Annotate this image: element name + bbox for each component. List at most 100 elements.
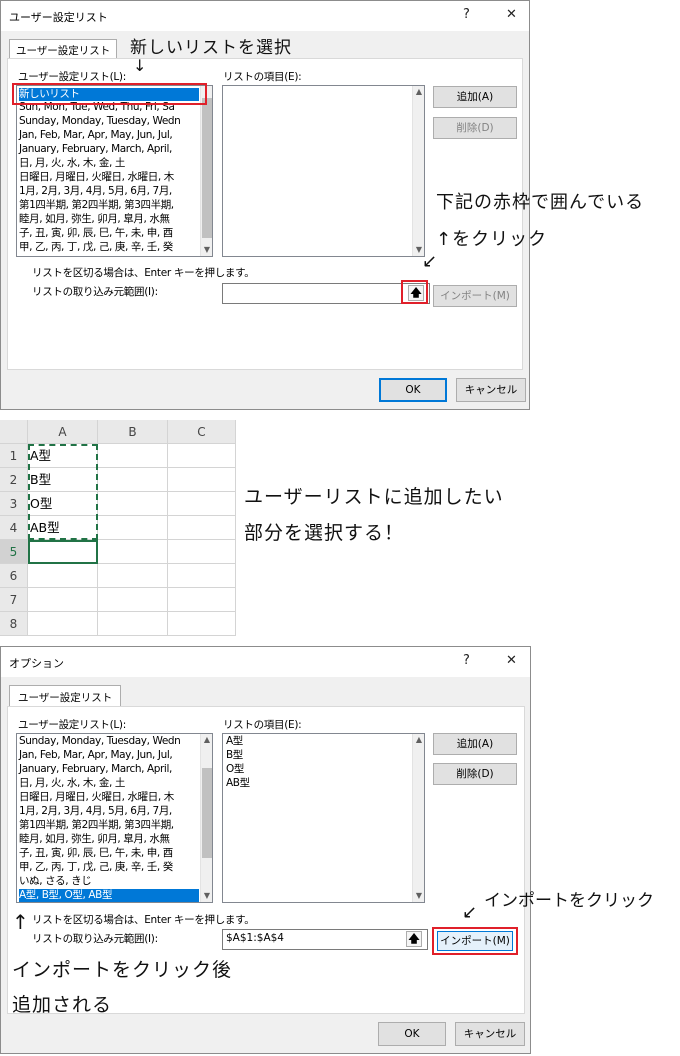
entries-scrollbar[interactable]: ▲ ▼ [412,734,424,902]
import-range-label: リストの取り込み元範囲(I): [32,286,158,298]
list-item-selected[interactable]: A型, B型, O型, AB型 [19,889,199,902]
tab-custom-lists[interactable]: ユーザー設定リスト [9,685,122,707]
cancel-button[interactable]: キャンセル [456,378,526,402]
list-item[interactable]: 甲, 乙, 丙, 丁, 戊, 己, 庚, 辛, 壬, 癸 [19,241,173,254]
cell[interactable] [28,588,98,612]
list-item[interactable]: January, February, March, April, [19,143,172,156]
cell[interactable] [98,588,168,612]
scroll-up-icon[interactable]: ▲ [201,734,212,746]
annotation-click-line1: 下記の赤枠で囲んでいる [436,192,645,213]
list-item[interactable]: 甲, 乙, 丙, 丁, 戊, 己, 庚, 辛, 壬, 癸 [19,861,173,874]
list-item[interactable]: 第1四半期, 第2四半期, 第3四半期, [19,819,174,832]
list-entries-textbox[interactable]: A型 B型 O型 AB型 ▲ ▼ [222,733,425,903]
row-header[interactable]: 2 [0,468,28,492]
close-icon[interactable]: ✕ [506,653,517,668]
list-item[interactable]: 日曜日, 月曜日, 火曜日, 水曜日, 木 [19,791,174,804]
list-item[interactable]: 子, 丑, 寅, 卯, 辰, 巳, 午, 未, 申, 酉 [19,227,173,240]
help-icon[interactable]: ? [463,653,470,668]
add-button[interactable]: 追加(A) [433,733,517,755]
list-item[interactable]: Jan, Feb, Mar, Apr, May, Jun, Jul, [19,129,173,142]
cell[interactable] [28,540,98,564]
annotation-click-line2: ↑をクリック [436,229,548,250]
row-header[interactable]: 3 [0,492,28,516]
cell[interactable] [168,612,236,636]
list-item[interactable]: 1月, 2月, 3月, 4月, 5月, 6月, 7月, [19,185,172,198]
list-item[interactable]: 1月, 2月, 3月, 4月, 5月, 6月, 7月, [19,805,172,818]
import-range-label: リストの取り込み元範囲(I): [32,933,158,945]
scroll-down-icon[interactable]: ▼ [413,890,424,902]
collapse-dialog-icon[interactable]: 🡅 [406,931,422,947]
select-all-corner[interactable] [0,420,28,444]
row-header[interactable]: 8 [0,612,28,636]
cell[interactable] [98,492,168,516]
cell[interactable] [98,612,168,636]
list-item[interactable]: いぬ, さる, きじ [19,875,92,888]
cell[interactable] [168,468,236,492]
list-item[interactable]: Sunday, Monday, Tuesday, Wedn [19,115,181,128]
scrollbar-thumb[interactable] [202,768,212,858]
cell[interactable] [168,516,236,540]
list-item[interactable]: Sunday, Monday, Tuesday, Wedn [19,735,181,748]
dialog-title: オプション [9,657,64,670]
listbox-scrollbar[interactable]: ▲ ▼ [200,734,212,902]
cell[interactable] [168,564,236,588]
custom-lists-listbox[interactable]: Sunday, Monday, Tuesday, Wedn Jan, Feb, … [16,733,213,903]
cell[interactable] [168,444,236,468]
row-header[interactable]: 6 [0,564,28,588]
title-bar: オプション ? ✕ [1,647,530,677]
entry-item: AB型 [226,777,250,789]
tab-custom-lists[interactable]: ユーザー設定リスト [9,39,118,59]
cancel-button[interactable]: キャンセル [455,1022,525,1046]
entry-item: O型 [226,763,244,775]
scroll-up-icon[interactable]: ▲ [413,86,424,98]
cell[interactable] [98,516,168,540]
delete-button[interactable]: 削除(D) [433,117,517,139]
row-header[interactable]: 7 [0,588,28,612]
list-item[interactable]: 第1四半期, 第2四半期, 第3四半期, [19,199,174,212]
cell[interactable] [98,468,168,492]
list-item[interactable]: 日曜日, 月曜日, 火曜日, 水曜日, 木 [19,171,174,184]
custom-lists-listbox[interactable]: 新しいリスト Sun, Mon, Tue, Wed, Thu, Fri, Sa … [16,85,213,257]
ok-button[interactable]: OK [378,1022,446,1046]
separator-hint: リストを区切る場合は、Enter キーを押します。 [32,914,255,926]
cell[interactable] [28,612,98,636]
list-item[interactable]: Jan, Feb, Mar, Apr, May, Jun, Jul, [19,749,173,762]
cell[interactable] [98,540,168,564]
list-item[interactable]: 子, 丑, 寅, 卯, 辰, 巳, 午, 未, 申, 酉 [19,847,173,860]
scrollbar-thumb[interactable] [202,98,212,238]
ok-button[interactable]: OK [379,378,447,402]
list-item[interactable]: January, February, March, April, [19,763,172,776]
cell[interactable] [28,564,98,588]
row-header[interactable]: 4 [0,516,28,540]
scroll-down-icon[interactable]: ▼ [201,244,212,256]
list-item[interactable]: 日, 月, 火, 水, 木, 金, 土 [19,157,125,170]
scroll-down-icon[interactable]: ▼ [201,890,212,902]
row-header[interactable]: 5 [0,540,28,564]
column-header-a[interactable]: A [28,420,98,444]
row-header[interactable]: 1 [0,444,28,468]
annotation-import-click: インポートをクリック [484,891,654,911]
entries-scrollbar[interactable]: ▲ ▼ [412,86,424,256]
import-range-input[interactable] [222,283,430,304]
annotation-select-range-line1: ユーザーリストに追加したい [244,486,504,508]
column-header-c[interactable]: C [168,420,236,444]
list-item[interactable]: 睦月, 如月, 弥生, 卯月, 皐月, 水無 [19,213,170,226]
listbox-scrollbar[interactable]: ▼ [200,86,212,256]
list-item[interactable]: 日, 月, 火, 水, 木, 金, 土 [19,777,125,790]
cell[interactable] [168,540,236,564]
list-item[interactable]: 睦月, 如月, 弥生, 卯月, 皐月, 水無 [19,833,170,846]
column-header-b[interactable]: B [98,420,168,444]
close-icon[interactable]: ✕ [506,7,517,22]
import-range-input[interactable]: $A$1:$A$4 [222,929,428,950]
add-button[interactable]: 追加(A) [433,86,517,108]
cell[interactable] [98,564,168,588]
cell[interactable] [168,588,236,612]
list-entries-textbox[interactable]: ▲ ▼ [222,85,425,257]
import-button[interactable]: インポート(M) [433,285,517,307]
scroll-up-icon[interactable]: ▲ [413,734,424,746]
cell[interactable] [98,444,168,468]
help-icon[interactable]: ? [463,7,470,22]
delete-button[interactable]: 削除(D) [433,763,517,785]
cell[interactable] [168,492,236,516]
lists-label: ユーザー設定リスト(L): [18,71,126,83]
